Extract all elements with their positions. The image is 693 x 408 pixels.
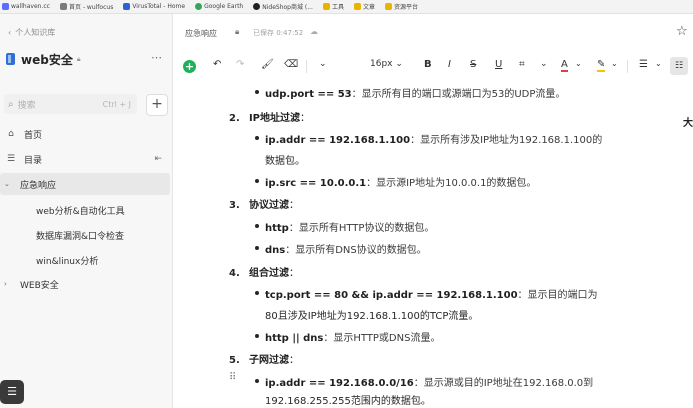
chevron-down-icon[interactable]: ⌄: [4, 180, 14, 188]
bullet: [255, 179, 259, 183]
highlight-icon[interactable]: ✎: [597, 59, 606, 72]
clear-format-icon[interactable]: ⌫: [284, 59, 298, 70]
breadcrumb[interactable]: ‹ 个人知识库: [8, 27, 55, 38]
list-item: ip.addr == 192.168.0.0/16：显示源或目的IP地址在192…: [265, 378, 594, 389]
bookmark-folder-resources[interactable]: 资源平台: [384, 2, 418, 11]
list-item: dns：显示所有DNS协议的数据包。: [265, 245, 427, 256]
bullet: [255, 291, 259, 295]
tree-item[interactable]: 数据库漏洞&口令检查: [36, 229, 124, 242]
bookmarks-bar: wallhaven.cc 首页 - wulfocus VirusTotal - …: [0, 0, 693, 14]
list-icon: ☰: [6, 154, 16, 164]
tree-item[interactable]: web分析&自动化工具: [36, 204, 125, 217]
save-status: 已保存 0:47:52: [253, 29, 304, 37]
menu-icon: ☰: [7, 385, 17, 398]
tree-item[interactable]: win&linux分析: [36, 254, 98, 267]
toolbar-divider: [306, 60, 307, 73]
heading-select[interactable]: ⌄: [319, 59, 327, 69]
strikethrough-icon[interactable]: S: [470, 59, 476, 70]
font-color-icon[interactable]: A: [561, 59, 568, 72]
star-icon[interactable]: ☆: [676, 24, 688, 39]
cloud-icon: ☁: [310, 27, 318, 36]
list-item: tcp.port == 80 && ip.addr == 192.168.1.1…: [265, 290, 598, 301]
bookmark-folder-tools[interactable]: 工具: [322, 2, 344, 11]
section-heading: 2. IP地址过滤：: [229, 113, 311, 124]
list-item: udp.port == 53：显示所有目的端口或源端口为53的UDP流量。: [265, 89, 566, 100]
italic-icon[interactable]: I: [448, 59, 451, 70]
bullet: [255, 246, 259, 250]
sidebar-item-catalog[interactable]: ☰ 目录 ⇤: [0, 148, 170, 170]
search-icon: ⌕: [8, 98, 14, 110]
align-left-icon[interactable]: ☰: [639, 59, 648, 70]
undo-icon[interactable]: ↶: [213, 59, 221, 70]
doc-title[interactable]: 应急响应: [185, 28, 217, 39]
lock-icon: 🔒︎: [76, 54, 81, 63]
chevron-down-icon[interactable]: ⌄: [655, 59, 662, 68]
section-heading: 3. 协议过滤：: [229, 200, 299, 211]
toolbar-divider: [627, 60, 628, 73]
outline-panel-text: 大: [683, 118, 693, 129]
editor-content[interactable]: udp.port == 53：显示所有目的端口或源端口为53的UDP流量。 2.…: [173, 78, 693, 408]
bookmark-nideshop[interactable]: NideShop商城 (...: [253, 2, 313, 11]
list-icon[interactable]: ☷: [670, 57, 688, 75]
list-item: http || dns：显示HTTP或DNS流量。: [265, 333, 441, 344]
bold-icon[interactable]: B: [424, 59, 432, 70]
insert-button[interactable]: +: [183, 60, 196, 73]
underline-icon[interactable]: U: [495, 59, 502, 70]
menu-button[interactable]: ☰: [0, 380, 24, 404]
bookmark-favicon-icon: [195, 3, 203, 10]
font-size-select[interactable]: 16px ⌄: [370, 59, 403, 69]
bookmark-google-earth[interactable]: Google Earth: [195, 3, 243, 10]
folder-icon: [322, 3, 330, 10]
doc-header: 应急响应 🔒︎ 已保存 0:47:52 ☁ ☆: [173, 14, 693, 50]
home-icon: ⌂: [8, 129, 14, 139]
sidebar: ‹ 个人知识库 web安全 🔒︎ ⋯ ⌕ 搜索 Ctrl + J + ⌂ 首页 …: [0, 14, 173, 408]
bullet: [255, 379, 259, 383]
list-item: ip.addr == 192.168.1.100：显示所有涉及IP地址为192.…: [265, 135, 603, 146]
chevron-down-icon[interactable]: ⌄: [611, 59, 618, 68]
bullet: [255, 90, 259, 94]
kb-title[interactable]: web安全: [21, 51, 73, 68]
bookmark-favicon-icon: [123, 3, 131, 10]
list-item-continued: 192.168.255.255范围内的数据包。: [265, 396, 431, 407]
bookmark-folder-articles[interactable]: 文章: [353, 2, 375, 11]
redo-icon[interactable]: ↷: [236, 59, 244, 70]
inline-code-icon[interactable]: ⌗: [519, 59, 525, 70]
chevron-left-icon: ‹: [8, 28, 12, 37]
list-item-continued: 数据包。: [265, 156, 305, 167]
bullet: [255, 136, 259, 140]
list-item: ip.src == 10.0.0.1：显示源IP地址为10.0.0.1的数据包。: [265, 178, 537, 189]
drag-handle-icon[interactable]: ⠿: [229, 372, 236, 383]
section-heading: 4. 组合过滤：: [229, 268, 299, 279]
book-icon: [6, 53, 15, 65]
list-item: http：显示所有HTTP协议的数据包。: [265, 223, 435, 234]
lock-icon: 🔒︎: [235, 27, 240, 36]
folder-icon: [384, 3, 392, 10]
section-heading: 5. 子网过滤：: [229, 355, 299, 366]
add-button[interactable]: +: [146, 94, 168, 116]
sidebar-item-emergency[interactable]: ⌄ 应急响应: [0, 173, 170, 195]
sidebar-item-home[interactable]: ⌂ 首页: [0, 123, 170, 145]
github-icon: [253, 3, 261, 10]
chevron-right-icon[interactable]: ›: [4, 280, 14, 288]
format-painter-icon[interactable]: 🖌︎: [261, 59, 274, 70]
search-input[interactable]: ⌕ 搜索 Ctrl + J: [4, 94, 137, 114]
bookmark-wulfocus[interactable]: 首页 - wulfocus: [59, 2, 113, 11]
list-item-continued: 80且涉及IP地址为192.168.1.100的TCP流量。: [265, 311, 479, 322]
kb-header: web安全 🔒︎ ⋯: [6, 50, 166, 68]
folder-icon: [353, 3, 361, 10]
bullet: [255, 334, 259, 338]
more-icon[interactable]: ⋯: [151, 51, 162, 64]
bookmark-favicon-icon: [2, 3, 9, 10]
collapse-list-icon[interactable]: ⇤: [154, 154, 162, 164]
bookmark-virustotal[interactable]: VirusTotal - Home: [123, 3, 185, 10]
bookmark-favicon-icon: [59, 3, 67, 10]
sidebar-item-web-security[interactable]: › WEB安全: [0, 273, 170, 295]
more-format-icon[interactable]: ⌄: [540, 59, 548, 69]
bookmark-wallhaven[interactable]: wallhaven.cc: [2, 3, 50, 10]
plus-icon: +: [151, 96, 163, 112]
chevron-down-icon[interactable]: ⌄: [575, 59, 582, 68]
bullet: [255, 224, 259, 228]
editor-toolbar: + ↶ ↷ 🖌︎ ⌫ ⌄ 16px ⌄ B I S U ⌗ ⌄ A ⌄ ✎ ⌄ …: [173, 56, 693, 78]
